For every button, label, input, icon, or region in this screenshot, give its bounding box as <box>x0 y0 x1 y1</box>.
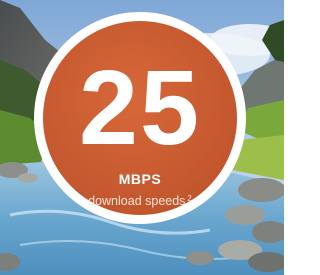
promo-card: 25 MBPS download speeds 2 <box>0 0 284 275</box>
speed-number: 25 <box>79 49 201 167</box>
footnote-marker: 2 <box>187 194 192 203</box>
speed-caption: download speeds 2 <box>43 191 237 209</box>
speed-badge: 25 MBPS download speeds 2 <box>43 21 237 215</box>
speed-caption-text: download speeds <box>88 194 186 208</box>
speed-unit: MBPS <box>118 171 162 187</box>
